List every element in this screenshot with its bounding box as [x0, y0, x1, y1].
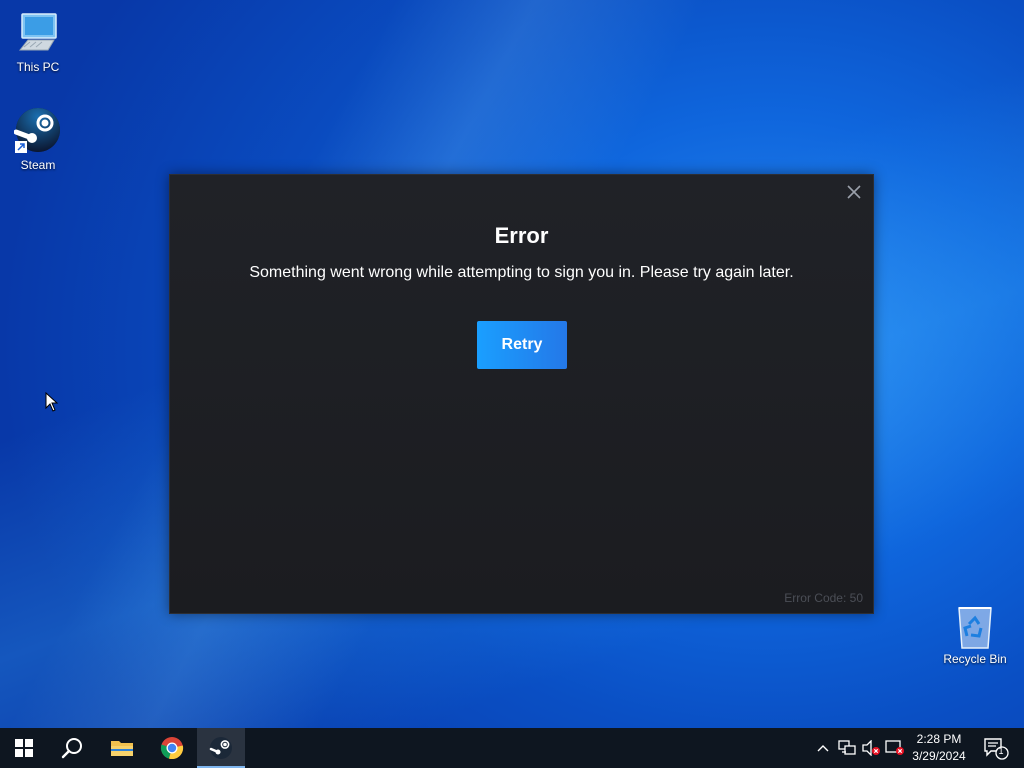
chrome-icon	[160, 737, 184, 760]
start-button[interactable]	[0, 728, 48, 768]
close-button[interactable]	[843, 181, 865, 203]
steam-icon	[209, 737, 232, 759]
clock-time: 2:28 PM	[916, 732, 962, 746]
action-center-button[interactable]: 1	[978, 728, 1014, 768]
desktop-icon-label: This PC	[16, 60, 60, 74]
mouse-cursor-icon	[45, 391, 59, 417]
show-hidden-icons-button[interactable]	[812, 728, 834, 768]
windows-start-icon	[15, 739, 33, 757]
desktop-icon-recycle-bin[interactable]: Recycle Bin	[937, 602, 1013, 666]
chevron-up-icon	[817, 745, 829, 752]
steam-taskbar-button[interactable]	[197, 728, 245, 768]
clock[interactable]: 2:28 PM 3/29/2024	[905, 728, 973, 768]
file-explorer-button[interactable]	[98, 728, 146, 768]
display-icon	[885, 740, 904, 755]
error-dialog: Error Something went wrong while attempt…	[169, 174, 874, 614]
desktop-icon-label: Recycle Bin	[943, 652, 1007, 666]
search-icon	[61, 738, 82, 759]
chrome-button[interactable]	[148, 728, 196, 768]
desktop-icon-this-pc[interactable]: This PC	[0, 10, 76, 74]
this-pc-icon	[14, 10, 62, 58]
error-message: Something went wrong while attempting to…	[249, 264, 794, 281]
folder-icon	[111, 741, 133, 756]
desktop-icon-label: Steam	[20, 158, 56, 172]
desktop-icon-steam[interactable]: Steam	[0, 108, 76, 172]
steam-icon	[13, 108, 62, 156]
display-tray-button[interactable]	[884, 728, 906, 768]
error-code: Error Code: 50	[784, 591, 863, 605]
volume-button[interactable]	[860, 728, 882, 768]
volume-muted-icon	[862, 740, 880, 756]
network-button[interactable]	[836, 728, 858, 768]
retry-button[interactable]: Retry	[477, 321, 567, 369]
close-icon	[847, 185, 861, 199]
dialog-title: Error	[494, 223, 549, 248]
taskbar: 2:28 PM 3/29/2024 1	[0, 728, 1024, 768]
network-icon	[838, 740, 856, 755]
notification-count: 1	[998, 746, 1004, 756]
clock-date: 3/29/2024	[912, 749, 966, 763]
search-button[interactable]	[48, 728, 96, 768]
recycle-bin-icon	[951, 602, 999, 650]
